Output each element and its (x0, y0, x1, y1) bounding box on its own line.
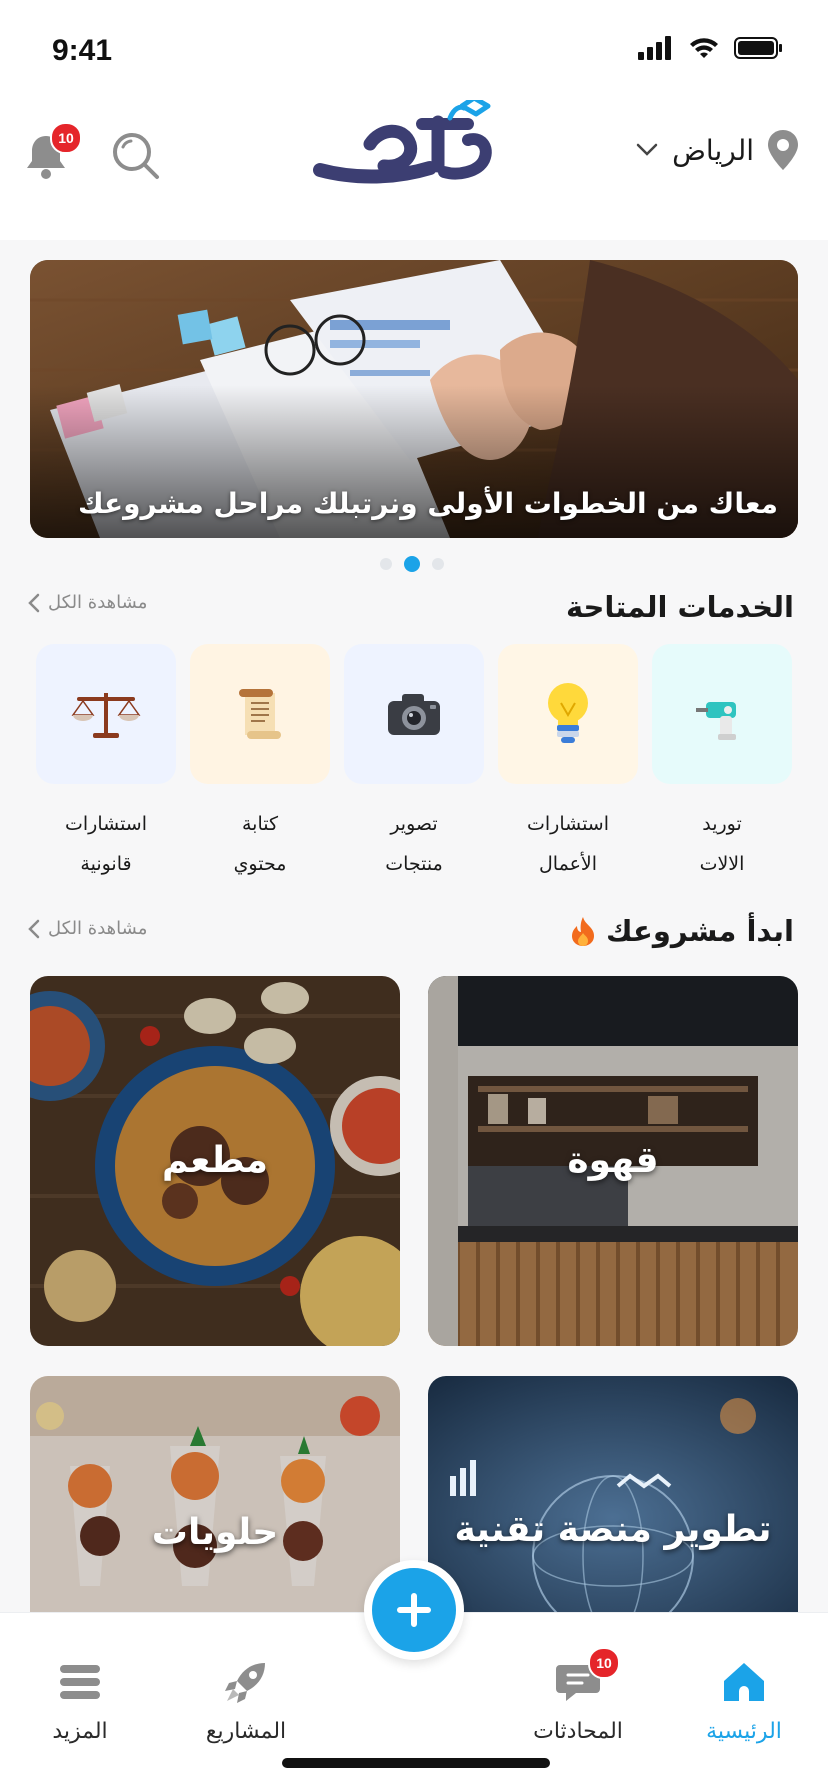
service-tile (190, 644, 330, 784)
nav-icon-wrap (674, 1657, 814, 1707)
camera-icon (388, 694, 440, 735)
nav-label: المحادثات (533, 1719, 623, 1744)
services-section-title: الخدمات المتاحة (566, 590, 794, 624)
nav-label: الرئيسية (706, 1719, 782, 1744)
service-label: توريد الالات (652, 804, 792, 884)
service-tile (498, 644, 638, 784)
wifi-icon (690, 38, 718, 58)
nav-home[interactable]: الرئيسية (674, 1657, 814, 1744)
fire-icon (572, 917, 595, 946)
status-bar: 9:41 (0, 0, 828, 100)
app-header: 10 الرياض (0, 95, 828, 240)
home-icon (724, 1663, 764, 1701)
service-label-line2: منتجات (385, 853, 443, 875)
tech-platform-image (428, 1376, 798, 1612)
service-tile (344, 644, 484, 784)
service-label-line2: الالات (699, 853, 745, 875)
pagination-dot-active[interactable] (404, 556, 420, 572)
search-icon (113, 133, 159, 179)
chevron-left-icon (28, 593, 40, 612)
location-label: الرياض (672, 133, 754, 167)
plus-icon (397, 1593, 431, 1627)
nav-icon-wrap: 10 (508, 1647, 648, 1707)
service-legal-consulting[interactable]: استشارات قانونية (36, 644, 176, 884)
battery-icon (734, 37, 782, 59)
nav-projects[interactable]: المشاريع (176, 1657, 316, 1744)
chevron-left-icon (28, 919, 40, 938)
project-card-coffee[interactable]: قهوة (428, 976, 798, 1346)
service-tile (652, 644, 792, 784)
pagination-dot[interactable] (380, 558, 392, 570)
banner-pagination (380, 556, 444, 572)
service-label-line1: تصوير (390, 813, 438, 835)
nav-icon-wrap (176, 1657, 316, 1707)
banner-caption: معاك من الخطوات الأولى ونرتبلك مراحل مشر… (77, 487, 778, 520)
service-business-consulting[interactable]: استشارات الأعمال (498, 644, 638, 884)
see-all-label: مشاهدة الكل (48, 592, 148, 613)
service-content-writing[interactable]: كتابة محتوي (190, 644, 330, 884)
nav-label: المشاريع (205, 1719, 287, 1744)
map-pin-icon (768, 130, 798, 170)
project-card-tech-platform[interactable]: تطوير منصة تقنية (428, 1376, 798, 1612)
chevron-down-icon (636, 143, 658, 156)
projects-section-title: ابدأ مشروعك (570, 914, 794, 948)
service-label-line1: استشارات (64, 813, 147, 835)
service-label-line2: الأعمال (538, 853, 598, 875)
projects-title-text: ابدأ مشروعك (606, 914, 794, 948)
service-label-line1: استشارات (526, 813, 609, 835)
service-label: استشارات قانونية (36, 804, 176, 884)
project-card-title: قهوة (567, 1140, 659, 1181)
project-card-sweets[interactable]: حلويات (30, 1376, 400, 1612)
nav-chats[interactable]: 10 المحادثات (508, 1647, 648, 1744)
chats-badge: 10 (588, 1647, 620, 1679)
rocket-icon (225, 1663, 265, 1703)
promo-banner[interactable]: معاك من الخطوات الأولى ونرتبلك مراحل مشر… (30, 260, 798, 538)
scales-icon (71, 693, 141, 738)
brand-logo (310, 95, 520, 196)
service-label: تصوير منتجات (344, 804, 484, 884)
service-label-line2: قانونية (80, 853, 132, 875)
nav-icon-wrap (10, 1657, 150, 1707)
service-label-line1: توريد (702, 813, 742, 835)
status-time: 9:41 (52, 34, 113, 67)
location-selector[interactable]: الرياض (636, 130, 798, 170)
service-label-line1: كتابة (241, 813, 279, 835)
service-label: كتابة محتوي (190, 804, 330, 884)
service-label: استشارات الأعمال (498, 804, 638, 884)
service-label-line2: محتوي (233, 853, 287, 875)
project-card-title: تطوير منصة تقنية (454, 1509, 772, 1550)
service-tile (36, 644, 176, 784)
drill-icon (696, 702, 736, 740)
nav-label: المزيد (52, 1719, 108, 1744)
menu-icon (60, 1665, 100, 1699)
services-title-text: الخدمات المتاحة (565, 590, 794, 624)
notifications-badge: 10 (50, 122, 82, 154)
project-card-title: مطعم (162, 1140, 268, 1181)
scroll-icon (239, 689, 281, 739)
lightbulb-icon (548, 683, 588, 743)
services-see-all-link[interactable]: مشاهدة الكل (28, 592, 147, 613)
search-button[interactable] (110, 130, 162, 182)
services-list: توريد الالات استشارات الأعمال تصوير منتج… (36, 644, 792, 875)
nav-more[interactable]: المزيد (10, 1657, 150, 1744)
status-icons (638, 36, 784, 60)
notifications-button[interactable]: 10 (26, 122, 82, 186)
home-indicator (282, 1758, 550, 1768)
cellular-signal-icon (638, 36, 671, 60)
service-machinery-supply[interactable]: توريد الالات (652, 644, 792, 884)
see-all-label: مشاهدة الكل (48, 918, 148, 939)
project-card-title: حلويات (151, 1512, 279, 1553)
project-card-restaurant[interactable]: مطعم (30, 976, 400, 1346)
add-project-button[interactable] (364, 1560, 464, 1660)
projects-see-all-link[interactable]: مشاهدة الكل (28, 918, 147, 939)
sweets-image (30, 1376, 400, 1612)
service-product-photography[interactable]: تصوير منتجات (344, 644, 484, 884)
pagination-dot[interactable] (432, 558, 444, 570)
